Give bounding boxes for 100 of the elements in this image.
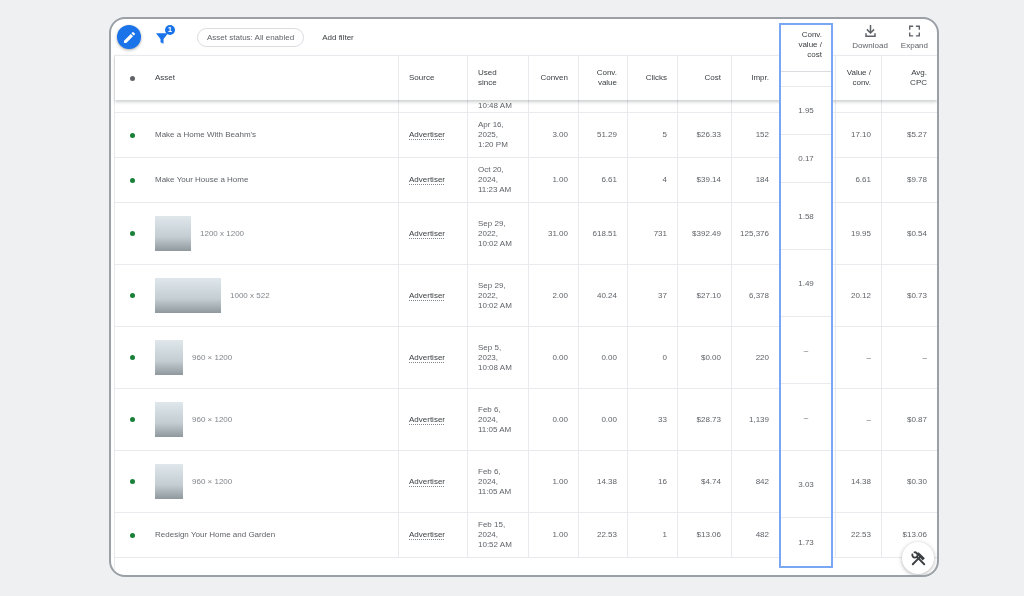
image-size-label: 960 × 1200: [192, 414, 233, 425]
table-cell: $13.06: [902, 530, 927, 540]
table-cell: 152: [755, 130, 769, 140]
table-cell: 17.10: [850, 130, 871, 140]
table-cell: 618.51: [592, 228, 617, 239]
table-cell: 31.00: [547, 228, 568, 239]
source-link[interactable]: Advertiser: [409, 352, 445, 363]
table-cell: 3.03: [781, 451, 831, 518]
column-header[interactable]: Conv. value: [578, 56, 627, 100]
table-cell: $0.73: [906, 290, 927, 301]
filter-button[interactable]: 1: [156, 25, 175, 44]
dragged-column[interactable]: Conv. value / cost 1.95 0.17 1.58 1.49 – – 3.03 1.73: [779, 23, 833, 568]
table-cell: 0: [662, 352, 667, 363]
source-link[interactable]: Advertiser: [409, 175, 445, 185]
image-size-label: 1000 x 522: [230, 290, 270, 301]
table-cell: 19.95: [850, 228, 871, 239]
pencil-icon: [123, 31, 135, 43]
table-cell: –: [866, 352, 871, 363]
table-cell: $9.78: [906, 175, 927, 185]
image-size-label: 960 × 1200: [192, 476, 233, 487]
table-cell: 16: [658, 476, 667, 487]
table-cell: $27.10: [696, 290, 721, 301]
table-cell: 4: [662, 175, 667, 185]
table-cell: 51.29: [596, 130, 617, 140]
photo-placeholder: [155, 402, 183, 437]
table-cell: 37: [658, 290, 667, 301]
column-header[interactable]: Value / conv.: [835, 56, 881, 100]
source-link[interactable]: Advertiser: [409, 130, 445, 140]
table-cell: 1.95: [781, 87, 831, 135]
table-cell: $0.00: [700, 352, 721, 363]
column-header[interactable]: Cost: [677, 56, 731, 100]
table-cell: 1.49: [781, 250, 831, 317]
table-cell: 33: [658, 414, 667, 425]
table-cell: –: [866, 414, 871, 425]
table-cell: –: [781, 384, 831, 451]
table-cell: 0.00: [552, 414, 568, 425]
table-cell: $39.14: [696, 175, 721, 185]
asset-name: Make a Home With Beahm's: [155, 130, 257, 140]
table-cell: 184: [755, 175, 769, 185]
table-cell: 220: [755, 352, 769, 363]
table-cell: 0.00: [601, 352, 617, 363]
table-cell: $4.74: [700, 476, 721, 487]
expand-icon: [908, 24, 920, 37]
table-cell: $392.49: [692, 228, 721, 239]
expand-button[interactable]: Expand: [900, 24, 928, 50]
table-cell: 125,376: [740, 228, 769, 239]
table-cell: $13.06: [696, 530, 721, 540]
table-cell: $0.54: [906, 228, 927, 239]
table-cell: –: [781, 317, 831, 384]
source-link[interactable]: Advertiser: [409, 476, 445, 487]
table-cell: 10:48 AM: [478, 101, 512, 111]
table-cell: $5.27: [906, 130, 927, 140]
table-cell: 0.00: [552, 352, 568, 363]
asset-name: Redesign Your Home and Garden: [155, 530, 276, 540]
column-header[interactable]: Avg. CPC: [881, 56, 937, 100]
table-cell-text: Sep 29, 2022, 10:02 AM: [478, 280, 513, 311]
table-cell-text: Feb 6, 2024, 11:05 AM: [478, 404, 513, 435]
source-link[interactable]: Advertiser: [409, 414, 445, 425]
photo-placeholder: [155, 216, 191, 251]
table-cell: 14.38: [596, 476, 617, 487]
table-cell: 22.53: [850, 530, 871, 540]
table-cell: 0.00: [601, 414, 617, 425]
table-cell: 22.53: [596, 530, 617, 540]
column-header[interactable]: Used since: [467, 56, 528, 100]
edit-button[interactable]: [117, 25, 141, 49]
source-link[interactable]: Advertiser: [409, 228, 445, 239]
add-filter-button[interactable]: Add filter: [322, 32, 354, 42]
column-header[interactable]: Source: [398, 56, 467, 100]
table-cell: 1.58: [781, 183, 831, 250]
table-cell-text: Feb 15, 2024, 10:52 AM: [478, 520, 513, 550]
table-cell: 3.00: [552, 130, 568, 140]
table-cell-text: Oct 20, 2024, 11:23 AM: [478, 165, 513, 195]
photo-placeholder: [155, 340, 183, 375]
table-cell-text: Sep 29, 2022, 10:02 AM: [478, 218, 513, 249]
table-cell: $0.87: [906, 414, 927, 425]
table-cell: 1.00: [552, 175, 568, 185]
table-cell-text: Sep 5, 2023, 10:08 AM: [478, 342, 513, 373]
column-header[interactable]: Conv. value / cost: [781, 25, 831, 72]
table-cell-text: 1.73: [797, 536, 815, 549]
source-link[interactable]: Advertiser: [409, 290, 445, 301]
column-header[interactable]: Conven: [528, 56, 578, 100]
table-cell: 20.12: [850, 290, 871, 301]
column-header[interactable]: Clicks: [627, 56, 677, 100]
table-cell: 1: [662, 530, 667, 540]
source-link[interactable]: Advertiser: [409, 530, 445, 540]
table-cell: 6.61: [601, 175, 617, 185]
photo-placeholder: [155, 464, 183, 499]
tools-button[interactable]: [902, 542, 934, 574]
image-size-label: 960 × 1200: [192, 352, 233, 363]
dot-icon: [130, 74, 135, 82]
table-cell: 2.00: [552, 290, 568, 301]
image-size-label: 1200 x 1200: [200, 228, 245, 239]
table-cell: 731: [653, 228, 667, 239]
table-cell: 1.00: [552, 476, 568, 487]
download-button[interactable]: Download: [852, 24, 888, 50]
filter-count-badge: 1: [165, 25, 175, 35]
column-header[interactable]: Asset: [145, 56, 398, 100]
table-cell: 6.61: [855, 175, 871, 185]
table-cell: 6,378: [748, 290, 769, 301]
photo-placeholder: [155, 278, 221, 313]
